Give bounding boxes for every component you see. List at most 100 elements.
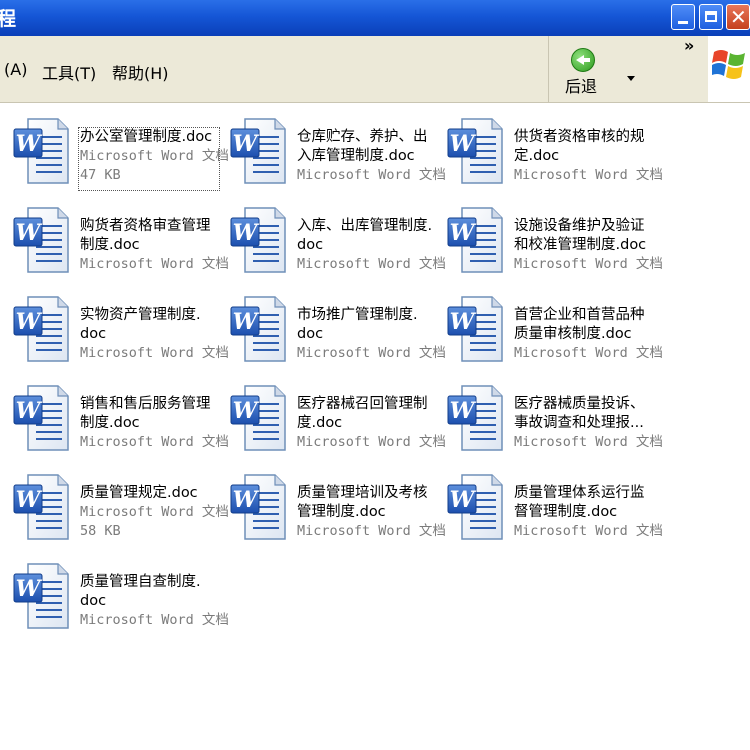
file-type: Microsoft Word 文档 <box>80 434 229 450</box>
file-name-line: 入库管理制度.doc <box>297 148 415 164</box>
file-name-line: doc <box>297 326 324 342</box>
word-document-icon: W <box>447 207 503 273</box>
file-name-line: 质量管理规定.doc <box>80 485 198 501</box>
word-document-icon: W <box>13 118 69 184</box>
file-list: W 办公室管理制度.doc Microsoft Word 文档 47 KB W 仓库… <box>0 103 750 750</box>
word-document-icon: W <box>13 474 69 540</box>
file-name-line: 入库、出库管理制度. <box>297 218 433 234</box>
svg-text:W: W <box>450 487 477 513</box>
file-name-line: 质量管理体系运行监 <box>514 485 645 501</box>
file-details: 市场推广管理制度. doc Microsoft Word 文档 <box>297 306 446 363</box>
svg-text:W: W <box>16 131 43 157</box>
file-item[interactable]: W 质量管理规定.doc Microsoft Word 文档 58 KB <box>6 467 229 547</box>
word-document-icon: W <box>230 207 286 273</box>
file-name-line: 医疗器械质量投诉、 <box>514 396 645 412</box>
minimize-button[interactable] <box>671 4 695 30</box>
file-details: 实物资产管理制度. doc Microsoft Word 文档 <box>80 306 229 363</box>
file-item[interactable]: W 供货者资格审核的规 定.doc Microsoft Word 文档 <box>440 111 663 191</box>
window-title: 程 <box>0 8 17 30</box>
svg-text:W: W <box>233 220 260 246</box>
svg-text:W: W <box>16 309 43 335</box>
file-item[interactable]: W 医疗器械质量投诉、 事故调查和处理报... Microsoft Word 文档 <box>440 378 663 458</box>
svg-text:W: W <box>450 220 477 246</box>
file-name-line: 仓库贮存、养护、出 <box>297 129 428 145</box>
word-document-icon: W <box>230 385 286 451</box>
svg-text:W: W <box>16 398 43 424</box>
file-name-line: 实物资产管理制度. <box>80 307 201 323</box>
file-details: 供货者资格审核的规 定.doc Microsoft Word 文档 <box>514 128 663 185</box>
maximize-icon <box>705 11 717 22</box>
file-item[interactable]: W 医疗器械召回管理制 度.doc Microsoft Word 文档 <box>223 378 446 458</box>
windows-logo-icon <box>712 50 745 79</box>
file-type: Microsoft Word 文档 <box>514 167 663 183</box>
close-button[interactable]: ✕ <box>726 4 750 30</box>
svg-text:W: W <box>16 220 43 246</box>
file-name-line: 医疗器械召回管理制 <box>297 396 428 412</box>
file-item[interactable]: W 设施设备维护及验证 和校准管理制度.doc Microsoft Word 文档 <box>440 200 663 280</box>
file-item[interactable]: W 办公室管理制度.doc Microsoft Word 文档 47 KB <box>6 111 229 191</box>
file-item[interactable]: W 销售和售后服务管理 制度.doc Microsoft Word 文档 <box>6 378 229 458</box>
file-type: Microsoft Word 文档 <box>80 256 229 272</box>
file-type: Microsoft Word 文档 <box>80 345 229 361</box>
word-document-icon: W <box>447 118 503 184</box>
word-document-icon: W <box>13 207 69 273</box>
file-item[interactable]: W 首营企业和首营品种 质量审核制度.doc Microsoft Word 文档 <box>440 289 663 369</box>
maximize-button[interactable] <box>699 4 723 30</box>
svg-text:W: W <box>233 398 260 424</box>
file-name-line: 供货者资格审核的规 <box>514 129 645 145</box>
file-details: 首营企业和首营品种 质量审核制度.doc Microsoft Word 文档 <box>514 306 663 363</box>
file-type: Microsoft Word 文档 <box>514 434 663 450</box>
file-details: 销售和售后服务管理 制度.doc Microsoft Word 文档 <box>80 395 229 452</box>
back-button[interactable]: 后退 <box>563 46 635 96</box>
menu-item-tools[interactable]: 工具(T) <box>42 60 96 84</box>
file-name-line: 购货者资格审查管理 <box>80 218 211 234</box>
file-type: Microsoft Word 文档 <box>297 256 446 272</box>
file-item[interactable]: W 质量管理体系运行监 督管理制度.doc Microsoft Word 文档 <box>440 467 663 547</box>
word-document-icon: W <box>230 118 286 184</box>
svg-text:W: W <box>16 576 43 602</box>
menu-item-favorites[interactable]: (A) <box>4 60 27 79</box>
file-type: Microsoft Word 文档 <box>80 504 229 520</box>
file-type: Microsoft Word 文档 <box>297 523 446 539</box>
svg-text:W: W <box>450 398 477 424</box>
back-dropdown-icon[interactable] <box>627 76 635 81</box>
file-name-line: 质量管理自查制度. <box>80 574 201 590</box>
word-document-icon: W <box>447 474 503 540</box>
file-details: 医疗器械质量投诉、 事故调查和处理报... Microsoft Word 文档 <box>514 395 663 452</box>
file-item[interactable]: W 质量管理自查制度. doc Microsoft Word 文档 <box>6 556 229 636</box>
file-name-line: 首营企业和首营品种 <box>514 307 645 323</box>
file-item[interactable]: W 仓库贮存、养护、出 入库管理制度.doc Microsoft Word 文档 <box>223 111 446 191</box>
close-icon: ✕ <box>730 5 747 29</box>
file-name-line: 质量审核制度.doc <box>514 326 632 342</box>
file-name-line: doc <box>297 237 324 253</box>
file-details: 质量管理体系运行监 督管理制度.doc Microsoft Word 文档 <box>514 484 663 541</box>
back-label: 后退 <box>565 77 598 96</box>
toolbar-chevrons[interactable]: » <box>684 36 694 55</box>
word-document-icon: W <box>230 296 286 362</box>
file-details: 质量管理自查制度. doc Microsoft Word 文档 <box>80 573 229 630</box>
file-type: Microsoft Word 文档 <box>514 256 663 272</box>
file-details: 办公室管理制度.doc Microsoft Word 文档 47 KB <box>80 128 229 185</box>
file-name-line: 定.doc <box>514 148 560 164</box>
file-details: 医疗器械召回管理制 度.doc Microsoft Word 文档 <box>297 395 446 452</box>
file-item[interactable]: W 实物资产管理制度. doc Microsoft Word 文档 <box>6 289 229 369</box>
file-type: Microsoft Word 文档 <box>514 345 663 361</box>
file-item[interactable]: W 市场推广管理制度. doc Microsoft Word 文档 <box>223 289 446 369</box>
menu-item-help[interactable]: 帮助(H) <box>112 60 169 84</box>
file-type: Microsoft Word 文档 <box>297 167 446 183</box>
svg-text:W: W <box>233 131 260 157</box>
file-name-line: 度.doc <box>297 415 343 431</box>
file-item[interactable]: W 入库、出库管理制度. doc Microsoft Word 文档 <box>223 200 446 280</box>
file-type: Microsoft Word 文档 <box>80 612 229 628</box>
svg-text:W: W <box>450 131 477 157</box>
file-item[interactable]: W 购货者资格审查管理 制度.doc Microsoft Word 文档 <box>6 200 229 280</box>
file-size: 58 KB <box>80 523 121 539</box>
file-item[interactable]: W 质量管理培训及考核 管理制度.doc Microsoft Word 文档 <box>223 467 446 547</box>
word-document-icon: W <box>13 563 69 629</box>
file-name-line: 制度.doc <box>80 415 140 431</box>
file-name-line: 制度.doc <box>80 237 140 253</box>
minimize-icon <box>678 21 688 24</box>
file-name-line: 督管理制度.doc <box>514 504 618 520</box>
word-document-icon: W <box>447 296 503 362</box>
file-name-line: 办公室管理制度.doc <box>80 129 213 145</box>
